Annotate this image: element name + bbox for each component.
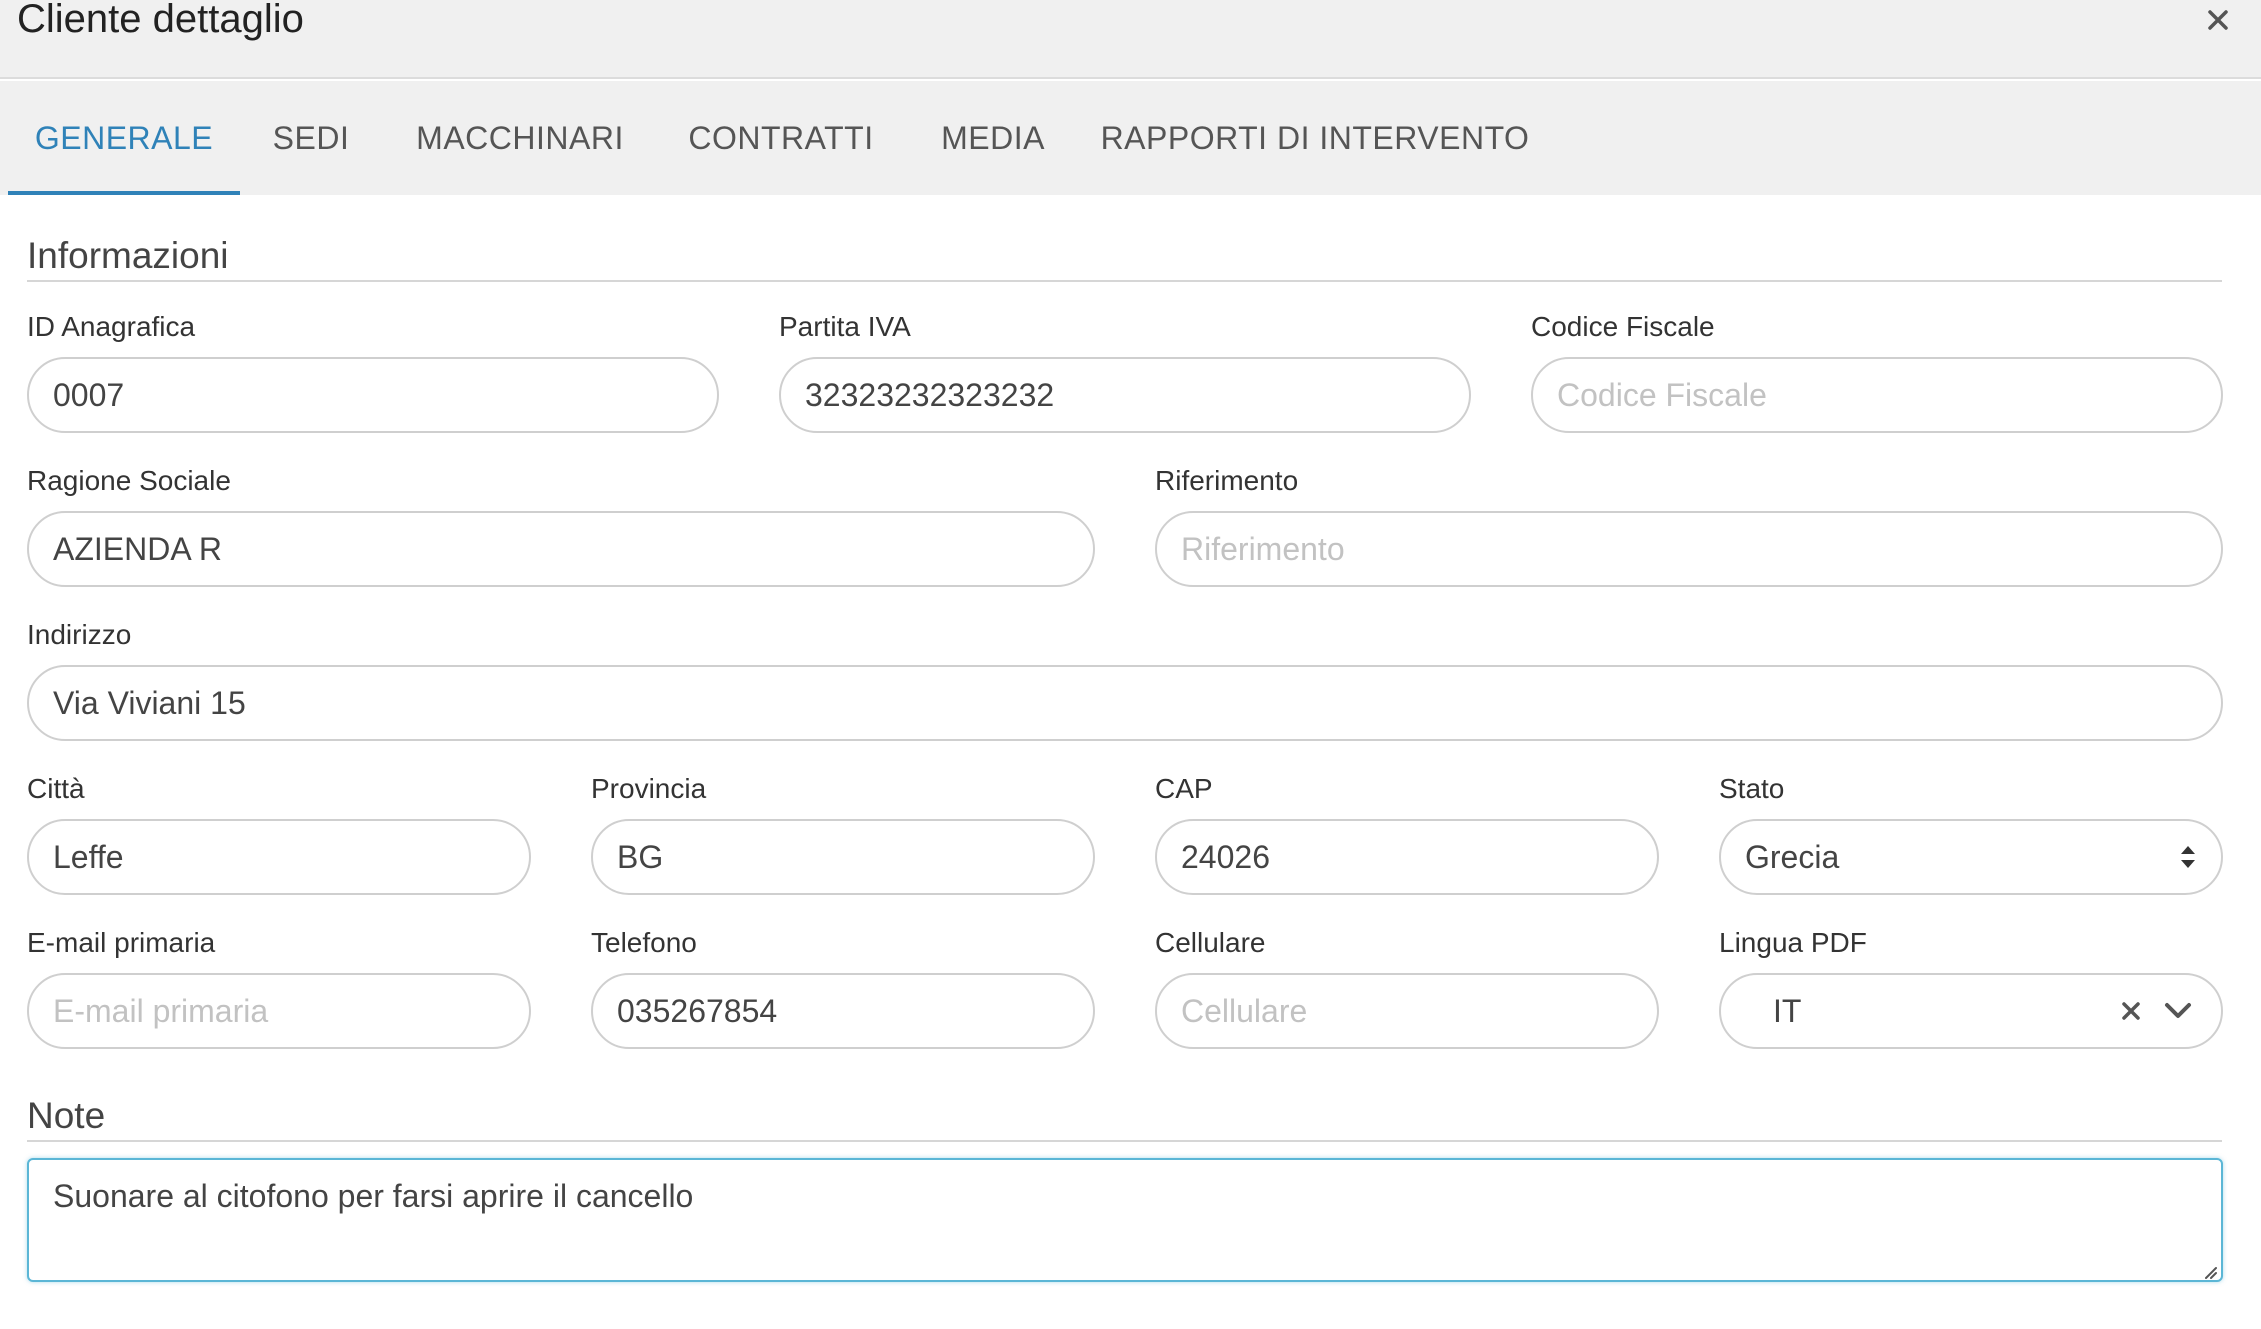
clear-icon[interactable] — [2119, 999, 2143, 1023]
ragione-sociale-input[interactable] — [27, 511, 1095, 587]
close-button[interactable] — [2196, 0, 2240, 40]
indirizzo-input[interactable] — [27, 665, 2223, 741]
stato-select[interactable]: Grecia — [1719, 819, 2223, 895]
lingua-pdf-label: Lingua PDF — [1719, 927, 1867, 958]
provincia-input[interactable] — [591, 819, 1095, 895]
section-heading-informazioni: Informazioni — [27, 234, 2222, 282]
cap-label: CAP — [1155, 773, 1213, 804]
stato-selected-value: Grecia — [1745, 838, 1840, 875]
note-textarea[interactable]: Suonare al citofono per farsi aprire il … — [27, 1158, 2223, 1282]
tab-bar: GENERALE SEDI MACCHINARI CONTRATTI MEDIA… — [0, 81, 2261, 195]
tab-generale[interactable]: GENERALE — [8, 81, 240, 195]
section-heading-note: Note — [27, 1094, 2222, 1142]
cellulare-input[interactable] — [1155, 973, 1659, 1049]
codice-fiscale-label: Codice Fiscale — [1531, 311, 1715, 342]
cap-input[interactable] — [1155, 819, 1659, 895]
tab-rapporti-di-intervento[interactable]: RAPPORTI DI INTERVENTO — [1100, 81, 1530, 195]
provincia-label: Provincia — [591, 773, 707, 804]
modal-header: Cliente dettaglio — [0, 0, 2261, 79]
id-anagrafica-input[interactable] — [27, 357, 719, 433]
chevron-down-icon[interactable] — [2163, 1000, 2193, 1022]
partita-iva-label: Partita IVA — [779, 311, 911, 342]
cellulare-label: Cellulare — [1155, 927, 1266, 958]
riferimento-label: Riferimento — [1155, 465, 1299, 496]
citta-label: Città — [27, 773, 85, 804]
indirizzo-label: Indirizzo — [27, 619, 132, 650]
tab-contratti[interactable]: CONTRATTI — [676, 81, 886, 195]
partita-iva-input[interactable] — [779, 357, 1471, 433]
email-input[interactable] — [27, 973, 531, 1049]
sort-arrows-icon — [2181, 846, 2195, 868]
close-icon — [2208, 10, 2228, 30]
riferimento-input[interactable] — [1155, 511, 2223, 587]
resize-grip-icon[interactable] — [2200, 1262, 2218, 1280]
lingua-pdf-selected-value: IT — [1773, 992, 1802, 1029]
tab-macchinari[interactable]: MACCHINARI — [400, 81, 640, 195]
telefono-label: Telefono — [591, 927, 697, 958]
telefono-input[interactable] — [591, 973, 1095, 1049]
citta-input[interactable] — [27, 819, 531, 895]
stato-label: Stato — [1719, 773, 1785, 804]
tab-sedi[interactable]: SEDI — [258, 81, 364, 195]
modal-title: Cliente dettaglio — [17, 0, 304, 41]
codice-fiscale-input[interactable] — [1531, 357, 2223, 433]
id-anagrafica-label: ID Anagrafica — [27, 311, 196, 342]
lingua-pdf-select[interactable]: IT — [1719, 973, 2223, 1049]
tab-media[interactable]: MEDIA — [920, 81, 1066, 195]
email-label: E-mail primaria — [27, 927, 216, 958]
client-detail-modal: Cliente dettaglio GENERALE SEDI MACCHINA… — [0, 0, 2261, 1329]
ragione-sociale-label: Ragione Sociale — [27, 465, 231, 496]
